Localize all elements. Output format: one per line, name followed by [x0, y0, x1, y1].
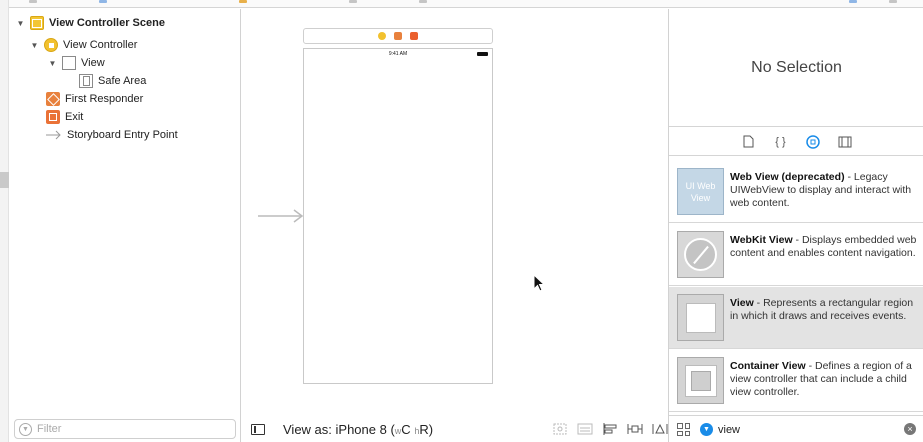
- disclosure-triangle-icon[interactable]: ▼: [16, 19, 25, 28]
- embed-in-stack-icon[interactable]: [576, 422, 593, 436]
- library-item-web-view[interactable]: UI Web View Web View (deprecated) - Lega…: [669, 161, 923, 223]
- outline-item-view[interactable]: ▼ View: [48, 54, 105, 72]
- container-view-thumbnail-icon: [677, 357, 724, 404]
- document-outline: ▼ View Controller Scene ▼ View Controlle…: [9, 9, 241, 442]
- outline-item-label: Safe Area: [98, 75, 147, 87]
- view-as-device-button[interactable]: View as: iPhone 8 (wC hR): [283, 422, 433, 437]
- exit-icon[interactable]: [410, 32, 418, 40]
- no-selection-label: No Selection: [669, 9, 923, 127]
- outline-item-scene[interactable]: ▼ View Controller Scene: [16, 14, 165, 32]
- view-thumbnail-icon: [677, 294, 724, 341]
- outline-item-label: View Controller: [63, 39, 138, 51]
- media-library-icon[interactable]: [837, 134, 853, 150]
- library-item-description: WebKit View - Displays embedded web cont…: [730, 234, 918, 260]
- iphone-scene-view[interactable]: 9:41 AM: [303, 48, 493, 384]
- filter-icon: ▼: [19, 422, 32, 436]
- disclosure-triangle-icon[interactable]: ▼: [48, 59, 57, 68]
- library-item-view[interactable]: View - Represents a rectangular region i…: [669, 287, 923, 349]
- outline-item-first-responder[interactable]: First Responder: [46, 90, 143, 108]
- battery-icon: [477, 52, 488, 56]
- utilities-panel: No Selection { } UI Web View Web View (d…: [668, 9, 923, 442]
- safe-area-icon: [79, 74, 93, 88]
- entry-point-arrow-icon: [46, 128, 62, 142]
- view-controller-icon[interactable]: [378, 32, 386, 40]
- thumbnail-text: UI Web View: [685, 180, 716, 203]
- add-constraints-icon[interactable]: [626, 422, 643, 436]
- outline-item-label: Storyboard Entry Point: [67, 129, 178, 141]
- outline-item-label: View Controller Scene: [49, 17, 165, 29]
- library-item-description: Web View (deprecated) - Legacy UIWebView…: [730, 171, 918, 210]
- library-item-title: WebKit View: [730, 234, 793, 246]
- library-search-field[interactable]: ▼ view ×: [700, 420, 920, 439]
- first-responder-icon: [46, 92, 60, 106]
- library-item-description: View - Represents a rectangular region i…: [730, 297, 918, 323]
- filter-placeholder: Filter: [37, 423, 62, 435]
- view-as-label: View as: iPhone 8: [283, 422, 387, 437]
- size-class-c: C: [401, 422, 411, 437]
- web-view-thumbnail-icon: UI Web View: [677, 168, 724, 215]
- outline-item-entry-point[interactable]: Storyboard Entry Point: [46, 126, 178, 144]
- storyboard-canvas[interactable]: 9:41 AM View as: iPhone 8 (wC hR): [242, 9, 668, 442]
- outline-item-label: View: [81, 57, 105, 69]
- outline-filter-field[interactable]: ▼ Filter: [14, 419, 236, 439]
- exit-icon: [46, 110, 60, 124]
- first-responder-icon[interactable]: [394, 32, 402, 40]
- scene-icon: [30, 16, 44, 30]
- canvas-bottom-bar: View as: iPhone 8 (wC hR): [242, 417, 668, 442]
- library-tabs: { }: [669, 128, 923, 156]
- outline-item-view-controller[interactable]: ▼ View Controller: [30, 36, 137, 54]
- gutter-marker: [0, 172, 9, 188]
- library-item-title: View: [730, 297, 754, 309]
- library-item-container-view[interactable]: Container View - Defines a region of a v…: [669, 350, 923, 412]
- filter-icon: ▼: [700, 423, 713, 436]
- library-item-title: Container View: [730, 360, 806, 372]
- disclosure-triangle-icon[interactable]: ▼: [30, 41, 39, 50]
- scene-dock[interactable]: [303, 28, 493, 44]
- view-controller-icon: [44, 38, 58, 52]
- grid-view-icon[interactable]: [677, 423, 690, 436]
- align-icon[interactable]: [601, 422, 618, 436]
- library-item-text: - Represents a rectangular region in whi…: [730, 297, 914, 322]
- top-toolbar-strip: [9, 0, 923, 8]
- library-item-description: Container View - Defines a region of a v…: [730, 360, 918, 399]
- object-library-list: UI Web View Web View (deprecated) - Lega…: [669, 161, 923, 415]
- update-frames-icon[interactable]: [551, 422, 568, 436]
- code-snippet-library-icon[interactable]: { }: [773, 134, 789, 150]
- outline-item-exit[interactable]: Exit: [46, 108, 83, 126]
- entry-point-arrow-icon[interactable]: [258, 209, 304, 223]
- outline-item-label: First Responder: [65, 93, 144, 105]
- size-class-r: R: [419, 422, 429, 437]
- file-template-library-icon[interactable]: [741, 134, 757, 150]
- object-library-icon[interactable]: [805, 134, 821, 150]
- compass-icon: [677, 231, 724, 278]
- library-item-title: Web View (deprecated): [730, 171, 845, 183]
- library-footer: ▼ view ×: [669, 415, 923, 442]
- mouse-cursor-icon: [533, 274, 545, 292]
- outline-item-label: Exit: [65, 111, 84, 123]
- resolve-auto-layout-icon[interactable]: [651, 422, 668, 436]
- layout-tools: [551, 422, 668, 436]
- clear-search-icon[interactable]: ×: [904, 423, 916, 435]
- status-bar-time: 9:41 AM: [388, 51, 408, 57]
- outline-toggle-icon[interactable]: [251, 424, 265, 435]
- left-gutter: [0, 0, 9, 442]
- view-icon: [62, 56, 76, 70]
- library-search-value: view: [718, 423, 741, 436]
- library-item-webkit-view[interactable]: WebKit View - Displays embedded web cont…: [669, 224, 923, 286]
- outline-item-safe-area[interactable]: Safe Area: [79, 72, 146, 90]
